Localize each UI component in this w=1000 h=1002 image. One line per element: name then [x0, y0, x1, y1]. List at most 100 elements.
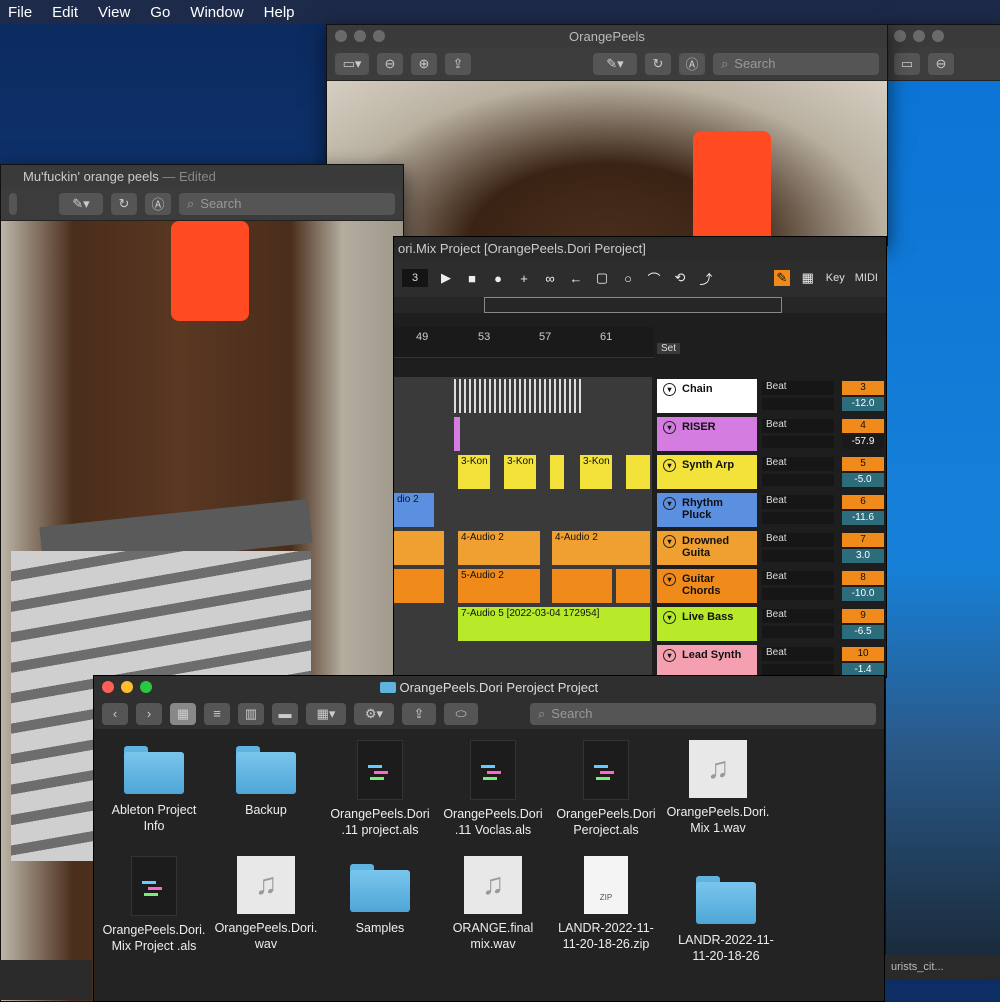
warp-mode-select[interactable]: Beat [762, 457, 834, 471]
finder-item[interactable]: OrangePeels.Dori .11 project.als [320, 740, 440, 838]
share-icon[interactable]: ⇪ [445, 52, 471, 75]
track-clips[interactable] [394, 415, 652, 453]
menu-edit[interactable]: Edit [52, 4, 78, 21]
share-icon[interactable]: ⇪ [402, 702, 436, 725]
midi-map-button[interactable]: MIDI [855, 272, 878, 284]
overview-viewport[interactable] [484, 297, 782, 313]
warp-mode-select[interactable]: Beat [762, 609, 834, 623]
track-number[interactable]: 5 [842, 457, 884, 471]
add-icon[interactable]: + [516, 270, 532, 286]
clip[interactable]: 3-Kon [580, 455, 612, 489]
loop-box-icon[interactable]: ▢ [594, 270, 610, 286]
fold-icon[interactable]: ▾ [663, 611, 676, 624]
search-field[interactable]: ⌕ Search [179, 192, 395, 215]
fold-icon[interactable]: ▾ [663, 573, 676, 586]
zoom-out-icon[interactable]: ⊖ [928, 52, 954, 75]
search-field[interactable]: ⌕ Search [713, 52, 879, 75]
zoom-out-icon[interactable]: ⊖ [377, 52, 403, 75]
finder-item[interactable]: ♫ ORANGE.final mix.wav [433, 856, 553, 952]
track-header[interactable]: ▾ Synth Arp [657, 455, 757, 489]
markup-pen-icon[interactable]: ✎▾ [593, 52, 637, 75]
menu-file[interactable]: File [8, 4, 32, 21]
loop-icon[interactable]: ⟲ [672, 270, 688, 286]
sidebar-toggle-icon[interactable]: ▭▾ [335, 52, 369, 75]
track-volume[interactable]: -57.9 [842, 435, 884, 449]
finder-item[interactable]: ♫ OrangePeels.Dori. wav [206, 856, 326, 952]
track-volume[interactable]: -11.6 [842, 511, 884, 525]
track-number[interactable]: 10 [842, 647, 884, 661]
track-header[interactable]: ▾ Guitar Chords [657, 569, 757, 603]
circle-icon[interactable]: ○ [620, 270, 636, 286]
markup-icon[interactable]: Ⓐ [679, 52, 705, 75]
track-header[interactable]: ▾ Live Bass [657, 607, 757, 641]
track-clips[interactable]: 5-Audio 2 [394, 567, 652, 605]
stop-icon[interactable]: ■ [464, 270, 480, 286]
rotate-icon[interactable]: ↻ [111, 192, 137, 215]
list-view-icon[interactable]: ≡ [204, 702, 230, 725]
finder-item[interactable]: ZIP LANDR-2022-11- 11-20-18-26.zip [546, 856, 666, 952]
finder-item[interactable]: LANDR-2022-11- 11-20-18-26 [666, 876, 786, 964]
markup-pen-icon[interactable]: ✎▾ [59, 192, 103, 215]
clip[interactable]: 7-Audio 5 [2022-03-04 172954] [458, 607, 650, 641]
menu-help[interactable]: Help [264, 4, 295, 21]
clip[interactable] [394, 569, 444, 603]
finder-item[interactable]: OrangePeels.Dori .11 Voclas.als [433, 740, 553, 838]
fold-icon[interactable]: ▾ [663, 421, 676, 434]
clip[interactable] [550, 455, 564, 489]
clip[interactable]: 4-Audio 2 [458, 531, 540, 565]
bar-field[interactable]: 3 [402, 269, 428, 287]
zoom-in-icon[interactable]: ⊕ [411, 52, 437, 75]
clip[interactable]: 3-Kon [504, 455, 536, 489]
track-header[interactable]: ▾ Lead Synth [657, 645, 757, 677]
track-header[interactable]: ▾ Rhythm Pluck [657, 493, 757, 527]
finder-item[interactable]: OrangePeels.Dori. Mix Project .als [94, 856, 214, 954]
track-clips[interactable]: dio 2 [394, 491, 652, 529]
track-header[interactable]: ▾ Chain [657, 379, 757, 413]
track-number[interactable]: 9 [842, 609, 884, 623]
curve-icon[interactable]: ⌒ [646, 270, 662, 287]
fold-icon[interactable]: ▾ [663, 649, 676, 662]
menu-window[interactable]: Window [190, 4, 243, 21]
punch-icon[interactable]: ⤴ [698, 270, 714, 287]
fold-icon[interactable]: ▾ [663, 535, 676, 548]
back-arrow-icon[interactable]: ← [568, 270, 584, 286]
gear-icon[interactable]: ⚙▾ [354, 702, 394, 725]
back-arrow-icon[interactable]: ‹ [102, 702, 128, 725]
clip[interactable] [454, 379, 584, 413]
finder-item[interactable]: Backup [206, 746, 326, 818]
track-volume[interactable]: -6.5 [842, 625, 884, 639]
track-volume[interactable]: -5.0 [842, 473, 884, 487]
track-header[interactable]: ▾ RISER [657, 417, 757, 451]
track-number[interactable]: 6 [842, 495, 884, 509]
search-field[interactable]: ⌕ Search [530, 702, 876, 725]
key-map-button[interactable]: Key [826, 272, 845, 284]
warp-mode-select[interactable]: Beat [762, 533, 834, 547]
forward-arrow-icon[interactable]: › [136, 702, 162, 725]
menu-view[interactable]: View [98, 4, 130, 21]
group-icon[interactable]: ▦▾ [306, 702, 346, 725]
fold-icon[interactable]: ▾ [663, 459, 676, 472]
finder-item[interactable]: ♫ OrangePeels.Dori. Mix 1.wav [658, 740, 778, 836]
finder-item[interactable]: Ableton Project Info [94, 746, 214, 834]
fold-icon[interactable]: ▾ [663, 383, 676, 396]
clip[interactable]: 5-Audio 2 [458, 569, 540, 603]
clip[interactable] [394, 531, 444, 565]
clip[interactable] [616, 569, 650, 603]
play-icon[interactable]: ▶ [438, 270, 454, 286]
icon-view-icon[interactable]: ▦ [170, 702, 196, 725]
track-number[interactable]: 8 [842, 571, 884, 585]
tag-icon[interactable]: ⬭ [444, 702, 478, 725]
clip[interactable] [552, 569, 612, 603]
clip[interactable] [626, 455, 650, 489]
finder-item[interactable]: OrangePeels.Dori Peroject.als [546, 740, 666, 838]
keyboard-icon[interactable]: ▦ [800, 270, 816, 286]
markup-icon[interactable]: Ⓐ [145, 192, 171, 215]
link-icon[interactable]: ∞ [542, 270, 558, 286]
track-number[interactable]: 7 [842, 533, 884, 547]
warp-mode-select[interactable]: Beat [762, 495, 834, 509]
column-view-icon[interactable]: ▥ [238, 702, 264, 725]
warp-mode-select[interactable]: Beat [762, 647, 834, 661]
finder-item[interactable]: Samples [320, 864, 440, 936]
track-volume[interactable]: -10.0 [842, 587, 884, 601]
clip[interactable] [454, 417, 460, 451]
